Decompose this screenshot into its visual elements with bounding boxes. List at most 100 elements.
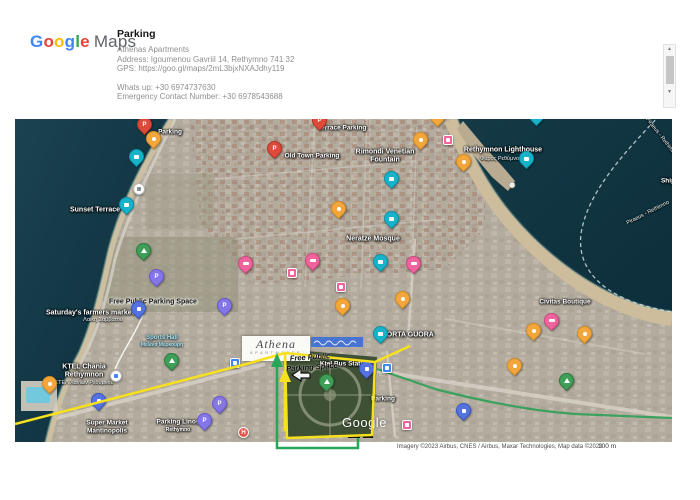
- letter-glyph: P: [150, 270, 163, 283]
- dot-icon: [47, 382, 51, 386]
- poi-circle-pin[interactable]: [133, 183, 145, 195]
- shopping-icon: [96, 399, 100, 403]
- poi-pin-orange[interactable]: [38, 373, 59, 394]
- logo-letter: G: [30, 32, 43, 51]
- attraction-camera-pin[interactable]: [380, 168, 401, 189]
- bus-icon: [114, 374, 118, 378]
- scrollbar[interactable]: ▲ ▼: [663, 44, 676, 108]
- google-logo-letters: Google: [30, 32, 90, 51]
- park-pin[interactable]: [160, 350, 181, 371]
- parking-pin-purple[interactable]: P: [213, 295, 234, 316]
- dot-icon: [582, 332, 586, 336]
- attraction-camera-pin[interactable]: [369, 323, 390, 344]
- attraction-camera-pin[interactable]: [369, 251, 390, 272]
- poi-pin-orange[interactable]: [426, 119, 447, 127]
- dot-icon: [461, 160, 465, 164]
- attraction-camera-pin[interactable]: [515, 148, 536, 169]
- shopping-icon: [364, 367, 368, 371]
- store-pin[interactable]: [452, 400, 473, 421]
- scroll-up-icon[interactable]: ▲: [664, 45, 675, 54]
- lodging-marker[interactable]: [443, 135, 453, 145]
- contact-info-lines: Whats up: +30 6974737630Emergency Contac…: [117, 83, 294, 102]
- poi-pin-orange[interactable]: [391, 288, 412, 309]
- parking-pin-red[interactable]: P: [263, 138, 284, 159]
- attraction-camera-pin[interactable]: [125, 146, 146, 167]
- attraction-camera-pin[interactable]: [115, 194, 136, 215]
- bed-icon: [242, 262, 248, 265]
- hotel-pin[interactable]: [301, 250, 322, 271]
- bus-stop-icon[interactable]: [230, 358, 240, 368]
- bed-icon: [309, 259, 315, 262]
- poi-pin-orange[interactable]: [503, 355, 524, 376]
- poi-pin-orange[interactable]: [522, 320, 543, 341]
- letter-glyph: P: [138, 119, 151, 131]
- bus-icon: [339, 285, 343, 289]
- bus-icon: [385, 366, 389, 370]
- hotel-pin[interactable]: [540, 310, 561, 331]
- park-pin[interactable]: [555, 370, 576, 391]
- satellite-map[interactable]: ParkingTerrace ParkingOld Town ParkingSu…: [15, 119, 672, 442]
- bus-icon: [405, 423, 409, 427]
- hotel-pin[interactable]: [234, 253, 255, 274]
- tree-icon: [563, 378, 569, 383]
- scrollbar-thumb[interactable]: [666, 56, 674, 84]
- hotel-pin[interactable]: [402, 253, 423, 274]
- hospital-marker[interactable]: H: [238, 427, 249, 438]
- bed-icon: [410, 262, 416, 265]
- camera-icon: [524, 157, 529, 161]
- poi-pin-orange[interactable]: [573, 323, 594, 344]
- header-info-line: Address: Igoumenou Gavriil 14, Rethymno …: [117, 55, 294, 65]
- attraction-camera-pin[interactable]: [525, 119, 546, 126]
- camera-icon: [134, 155, 139, 159]
- shopping-icon: [136, 307, 140, 311]
- page-title: Parking: [117, 28, 294, 40]
- poi-pin-orange[interactable]: [331, 295, 352, 316]
- store-pin[interactable]: [355, 358, 376, 379]
- tree-icon: [323, 379, 329, 384]
- bus-icon: [290, 271, 294, 275]
- parking-pin-purple[interactable]: P: [193, 410, 214, 431]
- parking-pin-purple[interactable]: P: [208, 393, 229, 414]
- lodging-marker[interactable]: [402, 420, 412, 430]
- lodging-marker[interactable]: [336, 282, 346, 292]
- logo-letter: e: [80, 32, 90, 51]
- poi-pin-orange[interactable]: [409, 129, 430, 150]
- letter-glyph: P: [218, 299, 231, 312]
- dot-icon: [418, 138, 422, 142]
- store-pin[interactable]: [87, 390, 108, 411]
- camera-icon: [124, 203, 129, 207]
- parking-pin-red[interactable]: P: [308, 119, 329, 131]
- bus-icon: [233, 361, 237, 365]
- header-info: Parking Athenas ApartmentsAddress: Igoum…: [117, 28, 294, 102]
- shopping-icon: [461, 409, 465, 413]
- tree-icon: [168, 358, 174, 363]
- lodging-marker[interactable]: [287, 268, 297, 278]
- bus-stop-icon[interactable]: [382, 363, 392, 373]
- poi-circle-pin[interactable]: [110, 370, 122, 382]
- logo-letter: o: [54, 32, 65, 51]
- dot-icon: [340, 304, 344, 308]
- property-info-lines: Athenas ApartmentsAddress: Igoumenou Gav…: [117, 45, 294, 74]
- poi-pin-orange[interactable]: [452, 151, 473, 172]
- parking-pin-purple[interactable]: P: [145, 266, 166, 287]
- scroll-down-icon[interactable]: ▼: [664, 88, 675, 97]
- attraction-camera-pin[interactable]: [380, 208, 401, 229]
- header-info-line: GPS: https://goo.gl/maps/2mL3bjxNXAJdhy1…: [117, 64, 294, 74]
- header-info-line: Athenas Apartments: [117, 45, 294, 55]
- handwritten-note-highlight: [311, 337, 363, 347]
- scale-text: 100 m: [598, 443, 616, 450]
- store-pin[interactable]: [127, 298, 148, 319]
- tree-icon: [140, 248, 146, 253]
- dot-icon: [531, 329, 535, 333]
- park-pin[interactable]: [315, 371, 336, 392]
- map-pin-layer: PPPPPPPH: [15, 119, 672, 442]
- header-info-line: Emergency Contact Number: +30 6978543688: [117, 92, 294, 102]
- dot-icon: [512, 364, 516, 368]
- bed-icon: [548, 319, 554, 322]
- map-attribution: Imagery ©2023 Airbus, CNES / Airbus, Max…: [397, 444, 603, 450]
- park-pin[interactable]: [132, 240, 153, 261]
- dot-icon: [151, 137, 155, 141]
- document-page: GoogleMaps Parking Athenas ApartmentsAdd…: [0, 0, 700, 500]
- camera-icon: [389, 177, 394, 181]
- poi-pin-orange[interactable]: [327, 198, 348, 219]
